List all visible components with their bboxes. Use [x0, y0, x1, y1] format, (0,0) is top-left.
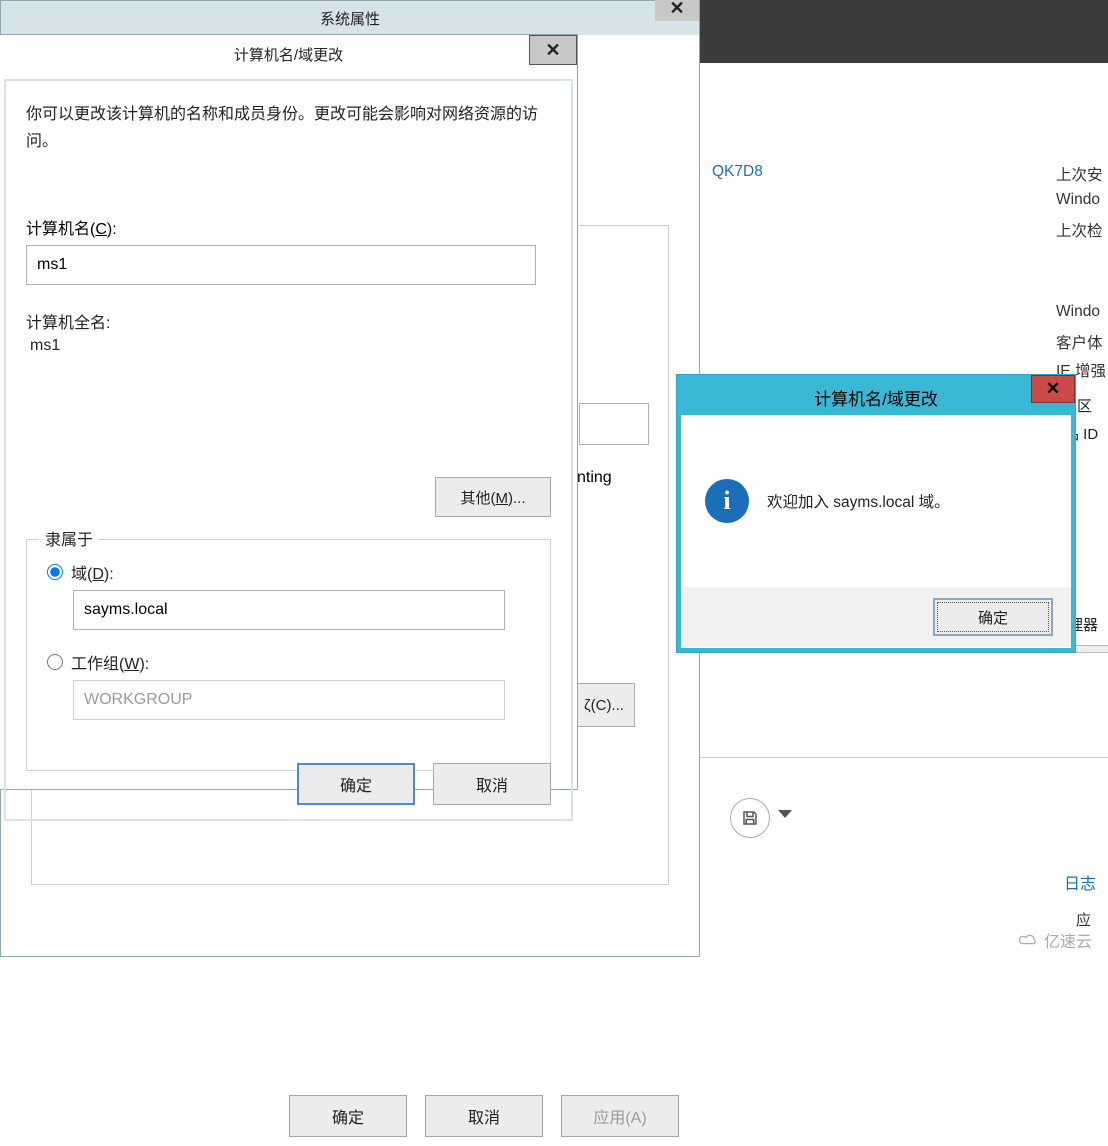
change-title: 计算机名/域更改	[234, 44, 343, 65]
change-info-text: 你可以更改该计算机的名称和成员身份。更改可能会影响对网络资源的访问。	[26, 101, 551, 155]
change-cancel-button[interactable]: 取消	[433, 763, 551, 805]
label-zone: 区	[1077, 395, 1092, 416]
domain-radio[interactable]	[47, 564, 63, 580]
change-titlebar[interactable]: 计算机名/域更改 ✕	[0, 35, 577, 75]
domain-radio-label: 域(D):	[71, 560, 114, 584]
sysprops-title: 系统属性	[320, 8, 380, 29]
msgbox-close-button[interactable]: ✕	[1031, 375, 1075, 403]
msgbox-titlebar[interactable]: 计算机名/域更改 ✕	[681, 379, 1071, 415]
member-of-group: 隶属于 域(D): 工作组(W):	[26, 539, 551, 771]
msgbox-ok-label: 确定	[978, 607, 1008, 628]
msgbox-body: i 欢迎加入 sayms.local 域。	[681, 415, 1071, 587]
label-windows: Windo	[1056, 191, 1100, 209]
log-link[interactable]: 日志	[1064, 870, 1096, 894]
partial-text: nting	[577, 469, 612, 487]
host-id-link[interactable]: QK7D8	[712, 163, 763, 181]
sysprops-close-button[interactable]: ✕	[655, 0, 699, 21]
member-of-legend: 隶属于	[39, 526, 99, 550]
label-last-install: 上次安	[1056, 163, 1103, 185]
app-label: 应	[1076, 909, 1091, 930]
sysprops-apply-button[interactable]: 应用(A)	[561, 1095, 679, 1137]
computer-name-change-dialog: 计算机名/域更改 ✕ 你可以更改该计算机的名称和成员身份。更改可能会影响对网络资…	[0, 34, 578, 790]
sysprops-button-row: 确定 取消 应用(A)	[1, 1086, 699, 1146]
welcome-messagebox: 计算机名/域更改 ✕ i 欢迎加入 sayms.local 域。 确定	[677, 375, 1075, 652]
workgroup-radio[interactable]	[47, 654, 63, 670]
computer-name-label: 计算机名(C):	[26, 215, 551, 239]
domain-radio-row[interactable]: 域(D):	[47, 560, 530, 584]
divider	[700, 757, 1108, 758]
msgbox-footer: 确定	[681, 587, 1071, 647]
sysprops-ok-label: 确定	[332, 1104, 364, 1128]
watermark-text: 亿速云	[1044, 928, 1092, 952]
msgbox-message: 欢迎加入 sayms.local 域。	[767, 490, 950, 512]
info-icon: i	[705, 479, 749, 523]
msgbox-title: 计算机名/域更改	[814, 385, 938, 410]
save-icon	[741, 809, 759, 827]
change-body: 你可以更改该计算机的名称和成员身份。更改可能会影响对网络资源的访问。 计算机名(…	[4, 79, 573, 821]
more-button-label: 其他(M)...	[461, 487, 526, 508]
change-button-partial[interactable]: ζ(C)...	[573, 683, 635, 727]
close-icon: ✕	[1046, 379, 1060, 399]
change-button-row: 确定 取消	[6, 763, 551, 805]
change-ok-label: 确定	[340, 772, 372, 796]
close-icon: ✕	[545, 40, 560, 61]
change-ok-button[interactable]: 确定	[297, 763, 415, 805]
full-computer-name-label: 计算机全名:	[26, 309, 551, 333]
workgroup-radio-label: 工作组(W):	[71, 650, 149, 674]
workgroup-input	[73, 680, 505, 720]
full-computer-name-value: ms1	[30, 337, 551, 355]
sysprops-cancel-button[interactable]: 取消	[425, 1095, 543, 1137]
domain-input[interactable]	[73, 590, 505, 630]
change-close-button[interactable]: ✕	[529, 35, 577, 65]
label-customer: 客户体	[1056, 331, 1103, 353]
watermark: 亿速云	[1018, 928, 1092, 952]
cloud-icon	[1018, 933, 1040, 947]
more-button[interactable]: 其他(M)...	[435, 477, 551, 517]
close-icon: ✕	[669, 0, 684, 19]
sysprops-ok-button[interactable]: 确定	[289, 1095, 407, 1137]
computer-name-input[interactable]	[26, 245, 536, 285]
save-button[interactable]	[730, 798, 770, 838]
label-windows2: Windo	[1056, 303, 1100, 321]
workgroup-radio-row[interactable]: 工作组(W):	[47, 650, 530, 674]
app-header-bg	[700, 0, 1108, 63]
change-cancel-label: 取消	[476, 772, 508, 796]
sysprops-titlebar[interactable]: 系统属性 ✕	[1, 1, 699, 35]
label-last-check: 上次检	[1056, 219, 1103, 241]
chevron-down-icon[interactable]	[778, 810, 792, 818]
change-button-label: ζ(C)...	[584, 697, 624, 714]
sysprops-apply-label: 应用(A)	[593, 1104, 646, 1128]
description-input[interactable]	[579, 403, 649, 445]
sysprops-cancel-label: 取消	[468, 1104, 500, 1128]
msgbox-ok-button[interactable]: 确定	[933, 598, 1053, 636]
